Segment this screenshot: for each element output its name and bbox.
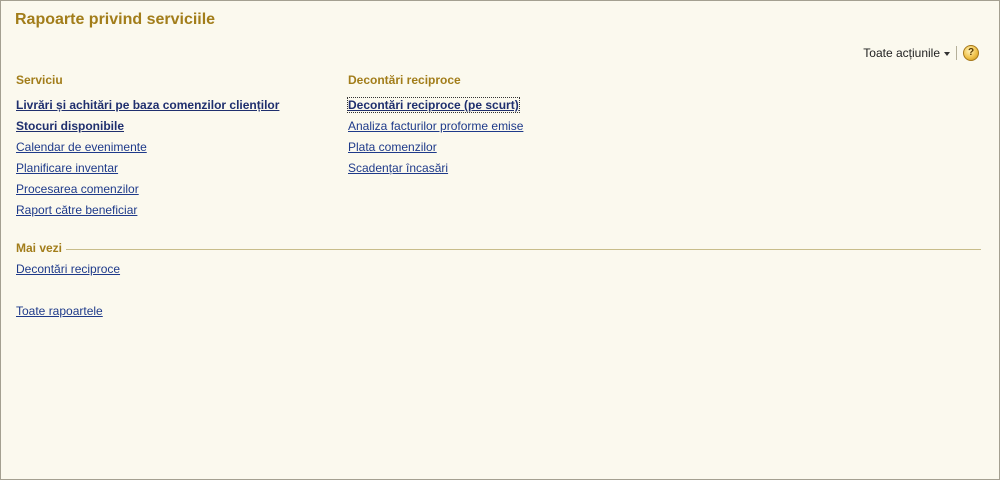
page-title: Rapoarte privind serviciile bbox=[15, 11, 216, 28]
report-panel: Rapoarte privind serviciile Toate acțiun… bbox=[0, 0, 1000, 480]
all-actions-label: Toate acțiunile bbox=[863, 46, 940, 60]
report-link-settlements-summary[interactable]: Decontări reciproce (pe scurt) bbox=[347, 97, 520, 113]
see-also-section: Mai vezi bbox=[16, 241, 981, 255]
see-also-heading: Mai vezi bbox=[16, 241, 63, 255]
list-item: Plata comenzilor bbox=[348, 136, 523, 157]
list-item: Decontări reciproce (pe scurt) bbox=[347, 94, 523, 115]
report-link-beneficiary-report[interactable]: Raport către beneficiar bbox=[16, 203, 137, 217]
report-link-order-payments[interactable]: Plata comenzilor bbox=[348, 140, 437, 154]
list-item: Livrări și achitări pe baza comenzilor c… bbox=[16, 94, 279, 115]
all-actions-menu[interactable]: Toate acțiunile bbox=[863, 46, 950, 60]
service-column: Serviciu Livrări și achitări pe baza com… bbox=[16, 73, 279, 220]
settlements-heading: Decontări reciproce bbox=[348, 73, 461, 87]
report-link-deliveries-payments[interactable]: Livrări și achitări pe baza comenzilor c… bbox=[16, 98, 279, 112]
see-also-links: Decontări reciproce bbox=[16, 260, 120, 278]
list-item: Analiza facturilor proforme emise bbox=[348, 115, 523, 136]
report-link-order-processing[interactable]: Procesarea comenzilor bbox=[16, 182, 139, 196]
service-heading: Serviciu bbox=[16, 73, 63, 87]
list-item: Raport către beneficiar bbox=[16, 199, 279, 220]
report-link-event-calendar[interactable]: Calendar de evenimente bbox=[16, 140, 147, 154]
all-reports-link[interactable]: Toate rapoartele bbox=[16, 304, 103, 318]
report-link-available-stock[interactable]: Stocuri disponibile bbox=[16, 119, 124, 133]
all-reports-section: Toate rapoartele bbox=[16, 302, 103, 320]
list-item: Stocuri disponibile bbox=[16, 115, 279, 136]
section-divider bbox=[66, 248, 981, 250]
actions-toolbar: Toate acțiunile ? bbox=[863, 45, 979, 61]
help-icon[interactable]: ? bbox=[963, 45, 979, 61]
toolbar-divider bbox=[956, 46, 957, 60]
settlements-links: Decontări reciproce (pe scurt) Analiza f… bbox=[347, 94, 523, 178]
report-link-receivables-schedule[interactable]: Scadențar încasări bbox=[348, 161, 448, 175]
list-item: Scadențar încasări bbox=[348, 157, 523, 178]
report-link-proforma-analysis[interactable]: Analiza facturilor proforme emise bbox=[348, 119, 523, 133]
see-also-link-settlements[interactable]: Decontări reciproce bbox=[16, 262, 120, 276]
report-link-inventory-planning[interactable]: Planificare inventar bbox=[16, 161, 118, 175]
settlements-column: Decontări reciproce Decontări reciproce … bbox=[347, 73, 523, 178]
list-item: Planificare inventar bbox=[16, 157, 279, 178]
help-symbol: ? bbox=[967, 47, 975, 58]
chevron-down-icon bbox=[944, 51, 950, 56]
list-item: Calendar de evenimente bbox=[16, 136, 279, 157]
service-links: Livrări și achitări pe baza comenzilor c… bbox=[16, 94, 279, 220]
list-item: Procesarea comenzilor bbox=[16, 178, 279, 199]
